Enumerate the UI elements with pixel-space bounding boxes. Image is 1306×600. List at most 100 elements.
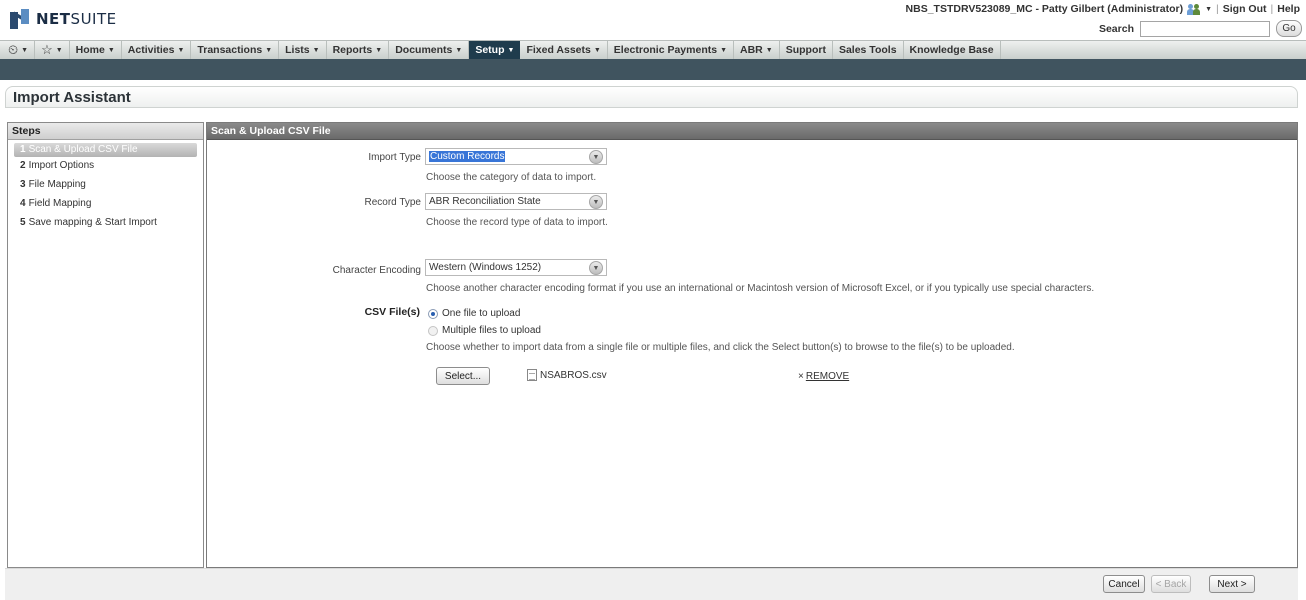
radio-unselected[interactable]	[428, 325, 438, 336]
chevron-down-icon: ▼	[177, 46, 185, 54]
chevron-down-icon: ▼	[55, 46, 63, 54]
encoding-label: Character Encoding	[332, 265, 421, 276]
search-label: Search	[1098, 22, 1134, 35]
nav-item-documents[interactable]: Documents ▼	[389, 40, 470, 60]
account-bar: NBS_TSTDRV523089_MC - Patty Gilbert (Adm…	[906, 3, 1300, 15]
clock-icon: ⏲	[8, 42, 19, 57]
netsuite-logo[interactable]: NETSUITE	[10, 9, 117, 29]
role-switch-icon[interactable]	[1187, 3, 1201, 15]
step-item[interactable]: 5 Save mapping & Start Import	[8, 214, 203, 233]
nav-item-label: Support	[785, 44, 826, 56]
step-label: Field Mapping	[28, 198, 92, 209]
record-type-value: ABR Reconciliation State	[429, 196, 541, 207]
netsuite-logo-icon	[10, 9, 30, 29]
one-file-option[interactable]: One file to upload	[428, 308, 520, 319]
csv-help: Choose whether to import data from a sin…	[426, 342, 1015, 353]
chevron-down-icon: ▼	[720, 46, 728, 54]
chevron-down-icon: ▼	[455, 46, 463, 54]
nav-item-label: Transactions	[197, 44, 263, 56]
record-type-help: Choose the record type of data to import…	[426, 217, 608, 228]
separator: |	[1216, 3, 1219, 15]
nav-item-label: Sales Tools	[838, 44, 897, 56]
multiple-files-label: Multiple files to upload	[442, 325, 541, 336]
steps-panel: Steps 1 Scan & Upload CSV File 2 Import Opt…	[7, 122, 204, 568]
nav-item-setup[interactable]: Setup ▼	[469, 40, 521, 60]
nav-item-knowledge-base[interactable]: Knowledge Base	[904, 40, 1001, 60]
encoding-select[interactable]: Western (Windows 1252) ▼	[425, 259, 607, 276]
step-label: Scan & Upload CSV File	[28, 144, 138, 155]
step-label: File Mapping	[28, 179, 86, 190]
steps-header: Steps	[8, 123, 203, 140]
remove-label: REMOVE	[805, 371, 850, 382]
help-link[interactable]: Help	[1277, 3, 1300, 15]
nav-item-label: Fixed Assets	[526, 44, 591, 56]
nav-item-transactions[interactable]: Transactions ▼	[191, 40, 280, 60]
record-type-select[interactable]: ABR Reconciliation State ▼	[425, 193, 607, 210]
step-label: Save mapping & Start Import	[28, 217, 157, 228]
recent-records-menu[interactable]: ⏲ ▼	[0, 40, 36, 60]
step-item[interactable]: 3 File Mapping	[8, 176, 203, 195]
import-type-select[interactable]: Custom Records ▼	[425, 148, 607, 165]
nav-item-support[interactable]: Support	[780, 40, 833, 60]
one-file-label: One file to upload	[442, 308, 521, 319]
nav-item-abr[interactable]: ABR ▼	[734, 40, 780, 60]
star-icon: ☆	[41, 42, 53, 57]
cancel-button[interactable]: Cancel	[1103, 575, 1145, 593]
chevron-down-icon: ▼	[765, 46, 773, 54]
nav-item-label: Documents	[395, 44, 453, 56]
nav-item-reports[interactable]: Reports ▼	[327, 40, 390, 60]
chevron-down-icon[interactable]: ▼	[589, 195, 603, 209]
chevron-down-icon: ▼	[265, 46, 273, 54]
csv-files-label: CSV File(s)	[364, 306, 420, 318]
remove-file-link[interactable]: × REMOVE	[798, 371, 849, 382]
step-number: 2	[20, 160, 26, 171]
file-icon	[527, 369, 537, 381]
select-file-button[interactable]: Select...	[436, 367, 490, 385]
step-label: Import Options	[28, 160, 95, 171]
step-item[interactable]: 1 Scan & Upload CSV File	[14, 143, 197, 157]
footer-actions: Cancel < Back Next >	[5, 568, 1298, 600]
nav-item-activities[interactable]: Activities ▼	[122, 40, 192, 60]
nav-item-electronic-payments[interactable]: Electronic Payments ▼	[608, 40, 735, 60]
separator: |	[1270, 3, 1274, 15]
chevron-down-icon: ▼	[312, 46, 320, 54]
step-item[interactable]: 4 Field Mapping	[8, 195, 203, 214]
nav-item-label: Reports	[332, 44, 373, 56]
chevron-down-icon: ▼	[107, 46, 115, 54]
multiple-files-option[interactable]: Multiple files to upload	[428, 325, 541, 336]
back-button[interactable]: < Back	[1151, 575, 1191, 593]
global-search: Search Go	[1099, 20, 1302, 37]
chevron-down-icon[interactable]: ▼	[589, 150, 603, 164]
step-item[interactable]: 2 Import Options	[8, 157, 203, 176]
selected-file: NSABROS.csv	[527, 369, 607, 381]
radio-selected[interactable]	[428, 308, 438, 319]
chevron-down-icon: ▼	[21, 46, 29, 54]
search-go-button[interactable]: Go	[1276, 20, 1302, 37]
shortcuts-menu[interactable]: ☆ ▼	[35, 40, 70, 60]
next-button[interactable]: Next >	[1209, 575, 1255, 593]
page-title: Import Assistant	[13, 89, 131, 106]
nav-item-label: Knowledge Base	[909, 44, 994, 56]
close-icon: ×	[798, 371, 804, 382]
nav-substrip	[0, 59, 1306, 80]
chevron-down-icon[interactable]: ▼	[589, 261, 603, 275]
nav-item-label: Activities	[127, 44, 175, 56]
account-name[interactable]: NBS_TSTDRV523089_MC - Patty Gilbert (Adm…	[906, 3, 1184, 15]
step-number: 4	[20, 198, 26, 209]
step-number: 1	[20, 144, 26, 155]
nav-item-sales-tools[interactable]: Sales Tools	[833, 40, 904, 60]
nav-item-home[interactable]: Home ▼	[70, 40, 122, 60]
top-header: NETSUITE NBS_TSTDRV523089_MC - Patty Gil…	[0, 0, 1306, 40]
signout-link[interactable]: Sign Out	[1223, 3, 1267, 15]
encoding-value: Western (Windows 1252)	[429, 262, 542, 273]
import-type-value: Custom Records	[429, 151, 506, 162]
nav-item-fixed-assets[interactable]: Fixed Assets ▼	[520, 40, 608, 60]
search-input[interactable]	[1140, 20, 1270, 37]
page-title-bar: Import Assistant	[5, 86, 1298, 108]
nav-item-label: ABR	[740, 44, 763, 56]
nav-item-lists[interactable]: Lists ▼	[279, 40, 327, 60]
chevron-down-icon[interactable]: ▼	[1205, 6, 1212, 13]
scan-upload-header: Scan & Upload CSV File	[207, 123, 1297, 140]
step-number: 5	[20, 217, 26, 228]
chevron-down-icon: ▼	[593, 46, 601, 54]
